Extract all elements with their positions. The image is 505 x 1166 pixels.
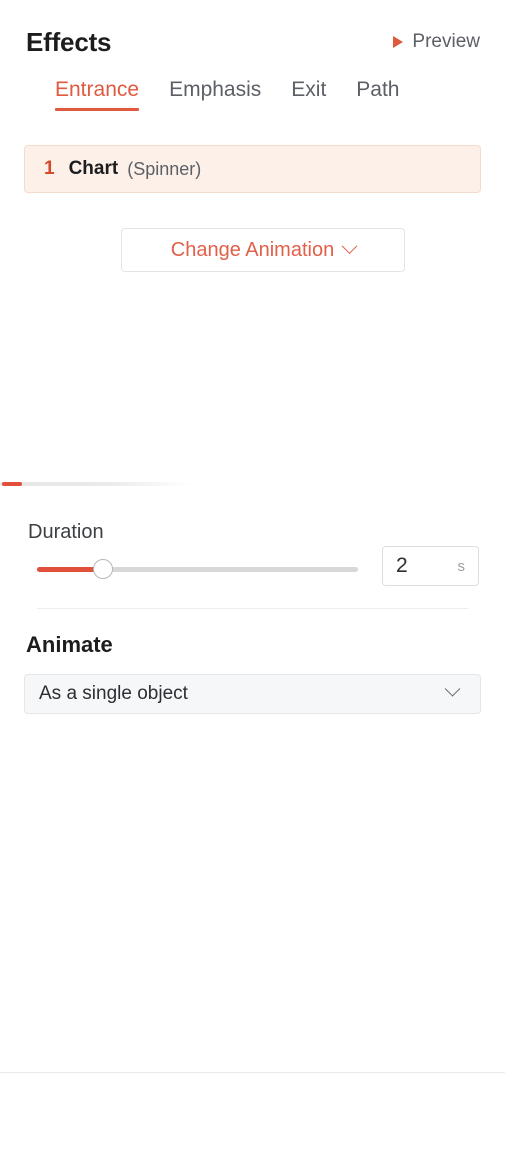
preview-button[interactable]: Preview (393, 31, 480, 53)
page-title: Effects (26, 27, 112, 57)
panel-footer: Animation Order (0, 1073, 505, 1166)
effects-tabs: Entrance Emphasis Exit Path (0, 78, 505, 120)
animate-selected-value: As a single object (39, 683, 188, 704)
animation-effect-name: (Spinner) (127, 158, 202, 179)
tab-emphasis[interactable]: Emphasis (169, 78, 261, 111)
animation-index: 1 (44, 158, 55, 179)
animation-object-name: Chart (68, 158, 119, 179)
duration-label: Duration (28, 521, 104, 543)
duration-unit: s (457, 557, 466, 575)
change-animation-button[interactable]: Change Animation (121, 228, 405, 272)
partial-slider-fill (2, 482, 22, 486)
panel-header: Effects Preview (0, 0, 505, 72)
duration-slider[interactable] (37, 559, 358, 579)
tab-path[interactable]: Path (356, 78, 399, 111)
partial-slider-track (0, 482, 192, 486)
partial-slider[interactable] (0, 482, 192, 486)
tab-exit[interactable]: Exit (291, 78, 326, 111)
duration-value: 2 (396, 554, 408, 577)
chevron-down-icon (444, 680, 461, 697)
tab-entrance[interactable]: Entrance (55, 78, 140, 111)
animation-list-item[interactable]: 1 Chart (Spinner) (24, 145, 481, 193)
duration-slider-thumb[interactable] (93, 559, 113, 579)
preview-label: Preview (412, 31, 480, 52)
section-divider (37, 608, 468, 609)
chevron-down-icon (341, 237, 358, 254)
play-icon (393, 36, 404, 48)
duration-input[interactable]: 2 s (382, 546, 479, 586)
animate-select[interactable]: As a single object (24, 674, 481, 714)
animate-heading: Animate (26, 632, 113, 657)
effects-panel: Effects Preview Entrance Emphasis Exit P… (0, 0, 505, 1166)
change-animation-label: Change Animation (170, 238, 335, 261)
